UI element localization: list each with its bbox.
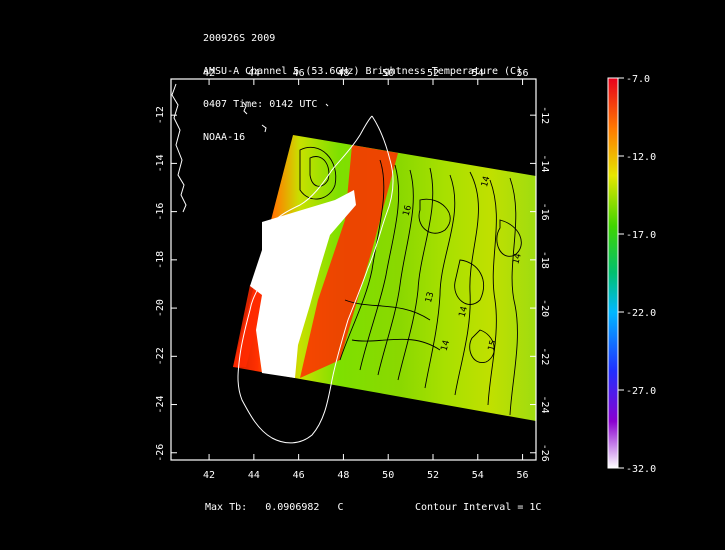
lat-label-left: -22	[155, 347, 166, 365]
lon-label-top: 42	[203, 68, 215, 79]
lon-label-bottom: 46	[293, 470, 305, 481]
lat-label-right: -18	[539, 251, 550, 269]
colorbar-label: -17.0	[626, 230, 656, 241]
lon-label-bottom: 50	[382, 470, 394, 481]
lat-label-right: -26	[539, 444, 550, 462]
lon-label-top: 50	[382, 68, 394, 79]
lon-label-bottom: 52	[427, 470, 439, 481]
lon-label-top: 46	[293, 68, 305, 79]
lat-label-left: -14	[155, 154, 166, 172]
plot-area: 16131414141514	[171, 83, 536, 444]
max-tb-label: Max Tb:	[205, 502, 248, 513]
colorbar-label: -7.0	[626, 74, 650, 85]
lat-label-right: -24	[539, 396, 550, 414]
lat-label-right: -12	[539, 106, 550, 124]
brightness-map-figure: 16131414141514 42 42 44 44 46 46 48 48 50 50 52 52 5…	[155, 68, 656, 481]
lon-label-top: 48	[337, 68, 349, 79]
lat-label-left: -24	[155, 396, 166, 414]
lat-label-left: -20	[155, 299, 166, 317]
colorbar-label: -12.0	[626, 152, 656, 163]
lon-label-top: 52	[427, 68, 439, 79]
lon-label-top: 54	[472, 68, 484, 79]
colorbar	[607, 77, 619, 469]
lat-label-right: -16	[539, 203, 550, 221]
lat-label-left: -12	[155, 106, 166, 124]
lat-label-left: -26	[155, 444, 166, 462]
max-tb-unit: C	[337, 502, 344, 513]
lon-label-bottom: 42	[203, 470, 215, 481]
lon-label-top: 44	[248, 68, 260, 79]
lon-label-bottom: 44	[248, 470, 260, 481]
colorbar-labels: -7.0 -12.0 -17.0 -22.0 -27.0 -32.0	[618, 74, 656, 475]
max-tb: Max Tb: 0.0906982 C	[205, 502, 344, 513]
lon-label-bottom: 56	[517, 470, 529, 481]
max-tb-value: 0.0906982	[265, 502, 320, 513]
lat-label-right: -20	[539, 299, 550, 317]
lat-label-right: -14	[539, 154, 550, 172]
lat-label-left: -16	[155, 203, 166, 221]
lat-label-right: -22	[539, 347, 550, 365]
lon-label-top: 56	[517, 68, 529, 79]
colorbar-label: -22.0	[626, 308, 656, 319]
lon-label-bottom: 54	[472, 470, 484, 481]
colorbar-label: -32.0	[626, 464, 656, 475]
contour-interval: Contour Interval = 1C	[415, 502, 542, 513]
lon-label-bottom: 48	[337, 470, 349, 481]
lat-label-left: -18	[155, 251, 166, 269]
colorbar-label: -27.0	[626, 386, 656, 397]
